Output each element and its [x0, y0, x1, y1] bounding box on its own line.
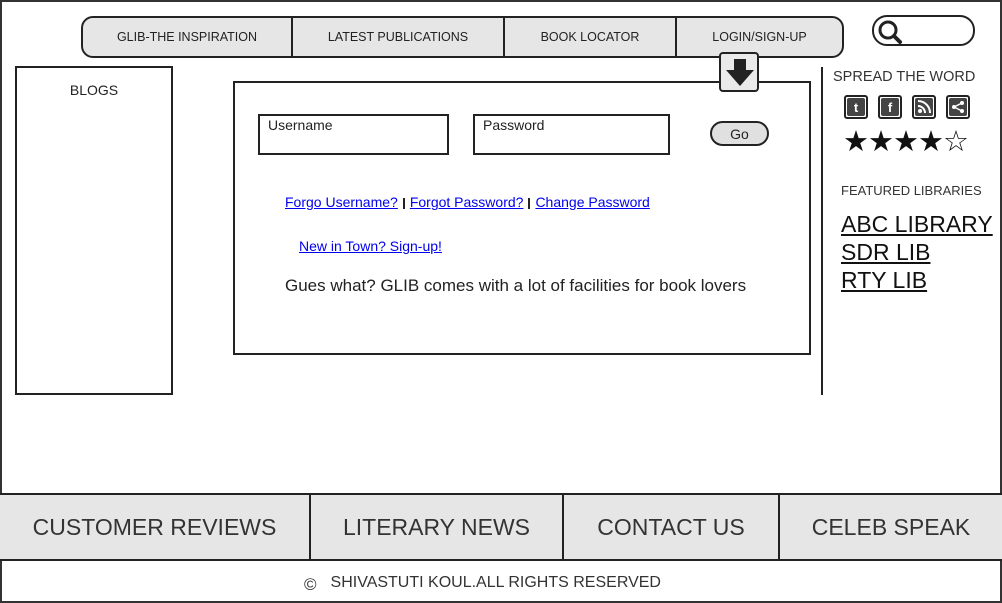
social-icons: t f [844, 95, 970, 119]
rss-icon[interactable] [912, 95, 936, 119]
nav-tab-latest-publications[interactable]: LATEST PUBLICATIONS [293, 18, 505, 56]
link-separator [402, 197, 405, 209]
forgot-password-link[interactable]: Forgot Password? [410, 194, 524, 210]
username-label: Username [268, 117, 333, 133]
copyright-icon: © [304, 575, 317, 594]
footer: © SHIVASTUTI KOUL.ALL RIGHTS RESERVED [304, 572, 661, 594]
username-field[interactable]: Username [258, 114, 449, 155]
go-button[interactable]: Go [710, 121, 769, 146]
nav-tab-login-signup[interactable]: LOGIN/SIGN-UP [677, 18, 842, 56]
library-link[interactable]: ABC LIBRARY [841, 210, 993, 238]
share-icon[interactable] [946, 95, 970, 119]
link-separator [528, 197, 531, 209]
blogs-panel: BLOGS [15, 66, 173, 395]
facebook-icon[interactable]: f [878, 95, 902, 119]
nav-tab-book-locator[interactable]: BOOK LOCATOR [505, 18, 677, 56]
signup-link[interactable]: New in Town? Sign-up! [299, 238, 442, 254]
rating-stars[interactable]: ★★★★☆ [843, 124, 969, 158]
blogs-title: BLOGS [69, 82, 119, 98]
arrow-down-icon [726, 59, 754, 86]
promo-message: Gues what? GLIB comes with a lot of faci… [285, 276, 747, 295]
featured-libraries-list: ABC LIBRARY SDR LIB RTY LIB [841, 210, 993, 294]
forgot-username-link[interactable]: Forgo Username? [285, 194, 398, 210]
password-field[interactable]: Password [473, 114, 670, 155]
password-label: Password [483, 117, 545, 133]
nav-customer-reviews[interactable]: CUSTOMER REVIEWS [0, 495, 311, 559]
dropdown-arrow-button[interactable] [719, 52, 759, 92]
nav-celeb-speak[interactable]: CELEB SPEAK [780, 495, 1002, 559]
featured-libraries-title: FEATURED LIBRARIES [841, 183, 982, 198]
twitter-icon[interactable]: t [844, 95, 868, 119]
bottom-navigation: CUSTOMER REVIEWS LITERARY NEWS CONTACT U… [0, 493, 1002, 561]
sidebar-divider [821, 67, 823, 395]
library-link[interactable]: RTY LIB [841, 266, 993, 294]
nav-contact-us[interactable]: CONTACT US [564, 495, 780, 559]
spread-the-word-title: SPREAD THE WORD [833, 69, 976, 85]
search-icon [878, 20, 902, 44]
copyright-text: SHIVASTUTI KOUL.ALL RIGHTS RESERVED [330, 574, 661, 591]
change-password-link[interactable]: Change Password [535, 194, 649, 210]
account-links: Forgo Username? Forgot Password? Change Pa… [285, 194, 650, 210]
nav-literary-news[interactable]: LITERARY NEWS [311, 495, 564, 559]
nav-tab-glib-inspiration[interactable]: GLIB-THE INSPIRATION [83, 18, 293, 56]
search-input[interactable] [872, 15, 975, 46]
library-link[interactable]: SDR LIB [841, 238, 993, 266]
